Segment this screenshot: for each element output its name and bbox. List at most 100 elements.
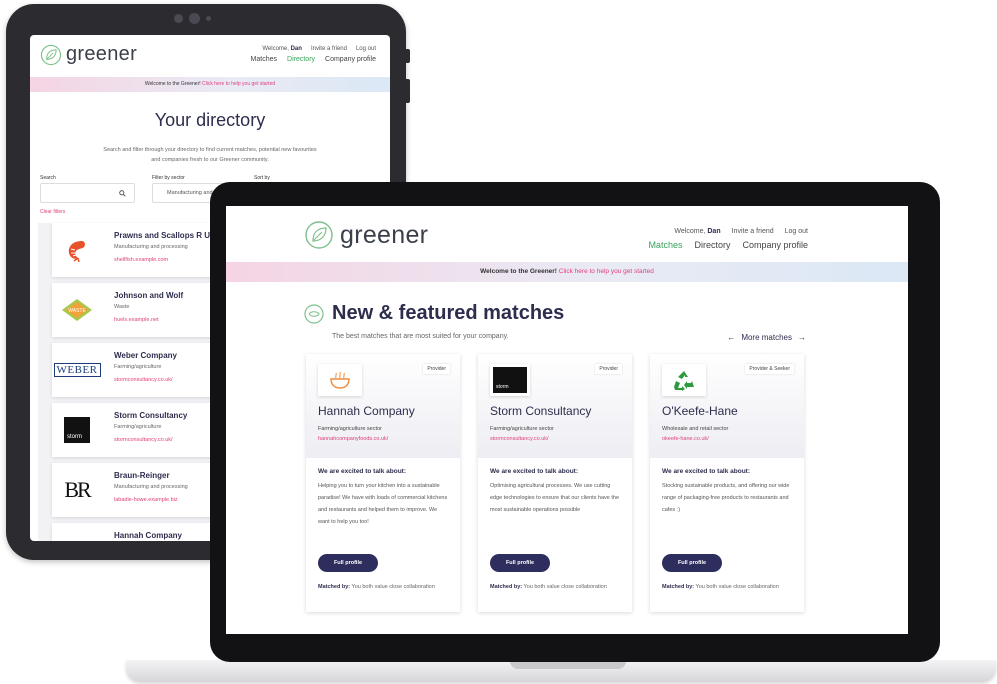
leaf-logo-icon (40, 44, 62, 65)
waste-logo: WASTE (61, 295, 93, 325)
full-profile-button[interactable]: Full profile (490, 554, 550, 572)
br-logo-text: BR (64, 477, 91, 502)
nav-directory[interactable]: Directory (287, 56, 315, 63)
logout-link[interactable]: Log out (785, 228, 808, 235)
company-name[interactable]: Storm Consultancy (114, 411, 187, 420)
storm-logo: storm (61, 415, 93, 445)
page-title: New & featured matches (332, 302, 565, 324)
match-card: Provider & Seeker O'Keefe-Hane Wholesale… (650, 354, 804, 612)
storm-logo: storm (490, 364, 530, 396)
more-matches-label[interactable]: More matches (741, 333, 792, 342)
page-subtitle: Search and filter through your directory… (103, 147, 317, 163)
shrimp-icon (61, 235, 93, 265)
recycle-icon (674, 371, 694, 391)
brand-name: greener (66, 43, 138, 65)
laptop-screen: greener Welcome, Dan Invite a friend Log… (226, 206, 908, 634)
company-url[interactable]: labadie-howe.example.biz (114, 497, 178, 503)
role-badge: Provider (595, 364, 622, 374)
tablet-sensor-dot (174, 14, 183, 23)
search-icon (119, 190, 126, 197)
company-name[interactable]: Hannah Company (114, 531, 182, 540)
search-label: Search (40, 175, 56, 181)
clear-filters-link[interactable]: Clear filters (40, 209, 65, 215)
recycle-logo (662, 364, 706, 396)
main-nav: Matches Directory Company profile (251, 56, 376, 63)
talk-heading: We are excited to talk about: (318, 468, 407, 475)
match-card: storm Provider Storm Consultancy Farming… (478, 354, 632, 612)
arrow-right-icon[interactable]: → (798, 333, 806, 342)
welcome-text: Welcome, Dan (674, 228, 721, 235)
banner-link[interactable]: Click here to help you get started (559, 268, 654, 275)
company-url[interactable]: stormconsultancy.co.uk/ (490, 436, 549, 442)
svg-text:WASTE: WASTE (68, 308, 86, 314)
company-name[interactable]: Johnson and Wolf (114, 291, 183, 300)
role-badge: Provider (423, 364, 450, 374)
nav-company-profile[interactable]: Company profile (325, 56, 376, 63)
company-sector: Manufacturing and processing (114, 244, 188, 250)
company-sector: Manufacturing and processing (114, 484, 188, 490)
company-url[interactable]: huels.example.net (114, 317, 159, 323)
main-nav: Matches Directory Company profile (648, 240, 808, 250)
banner-text: Welcome to the Greener! (480, 268, 557, 275)
company-url[interactable]: hannahcompanyfoods.co.uk/ (318, 436, 388, 442)
company-name[interactable]: Weber Company (114, 351, 177, 360)
br-logo: BR (61, 475, 93, 505)
weber-logo-text: WEBER (53, 363, 101, 377)
full-profile-button[interactable]: Full profile (318, 554, 378, 572)
nav-matches[interactable]: Matches (251, 56, 277, 63)
filter-sector-label: Filter by sector (152, 175, 185, 181)
matched-by: Matched by: You both value close collabo… (318, 584, 435, 590)
company-sector: Wholesale and retail sector (662, 426, 729, 432)
arrow-left-icon[interactable]: ← (727, 333, 735, 342)
company-sector: Farming/agriculture sector (490, 426, 554, 432)
company-url[interactable]: okeefe-hane.co.uk/ (662, 436, 709, 442)
nav-directory[interactable]: Directory (694, 240, 730, 250)
search-input[interactable] (40, 183, 135, 203)
section-heading: New & featured matches (304, 302, 564, 325)
nav-matches[interactable]: Matches (648, 240, 682, 250)
talk-heading: We are excited to talk about: (490, 468, 579, 475)
laptop-device: greener Welcome, Dan Invite a friend Log… (210, 182, 940, 662)
invite-friend-link[interactable]: Invite a friend (311, 46, 347, 52)
welcome-banner: Welcome to the Greener! Click here to he… (226, 262, 908, 282)
logout-link[interactable]: Log out (356, 46, 376, 52)
company-description: Helping you to turn your kitchen into a … (318, 483, 448, 525)
brand-logo[interactable]: greener (304, 220, 428, 250)
company-url[interactable]: stormconsultancy.co.uk/ (114, 437, 173, 443)
company-sector: Farming/agriculture (114, 424, 162, 430)
devices-mockup: greener Welcome, Dan Invite a friend Log… (0, 0, 997, 684)
tablet-volume-button (406, 79, 410, 103)
company-url[interactable]: stormconsultancy.co.uk/ (114, 377, 173, 383)
company-name[interactable]: Prawns and Scallops R Us (114, 231, 214, 240)
banner-text: Welcome to the Greener! (144, 81, 201, 87)
page-subtitle: The best matches that are most suited fo… (332, 333, 509, 340)
leaf-logo-icon (305, 221, 333, 249)
nav-company-profile[interactable]: Company profile (742, 240, 808, 250)
storm-logo-text: storm (493, 367, 527, 393)
welcome-text: Welcome, Dan (262, 46, 302, 52)
account-links: Welcome, Dan Invite a friend Log out (674, 228, 808, 235)
welcome-banner: Welcome to the Greener! Click here to he… (30, 77, 390, 92)
full-profile-button[interactable]: Full profile (662, 554, 722, 572)
match-card: Provider Hannah Company Farming/agricult… (306, 354, 460, 612)
tablet-power-button (406, 49, 410, 63)
company-name: Storm Consultancy (490, 404, 592, 418)
company-url[interactable]: shellfish.example.com (114, 257, 168, 263)
brand-logo[interactable]: greener (40, 43, 137, 66)
matched-by: Matched by: You both value close collabo… (490, 584, 607, 590)
company-sector: Waste (114, 304, 130, 310)
company-sector: Farming/agriculture (114, 364, 162, 370)
tablet-camera-icon (189, 13, 200, 24)
company-sector: Farming/agriculture sector (318, 426, 382, 432)
company-name[interactable]: Braun-Reinger (114, 471, 170, 480)
banner-link[interactable]: Click here to help you get started (202, 81, 275, 87)
matches-icon (304, 303, 324, 324)
more-matches-link[interactable]: ← More matches → (727, 333, 806, 342)
tablet-sensor-dot (206, 16, 211, 21)
bowl-logo (318, 364, 362, 396)
matched-by: Matched by: You both value close collabo… (662, 584, 779, 590)
sort-label: Sort by (254, 175, 270, 181)
account-links: Welcome, Dan Invite a friend Log out (262, 46, 376, 52)
talk-heading: We are excited to talk about: (662, 468, 751, 475)
invite-friend-link[interactable]: Invite a friend (732, 228, 774, 235)
